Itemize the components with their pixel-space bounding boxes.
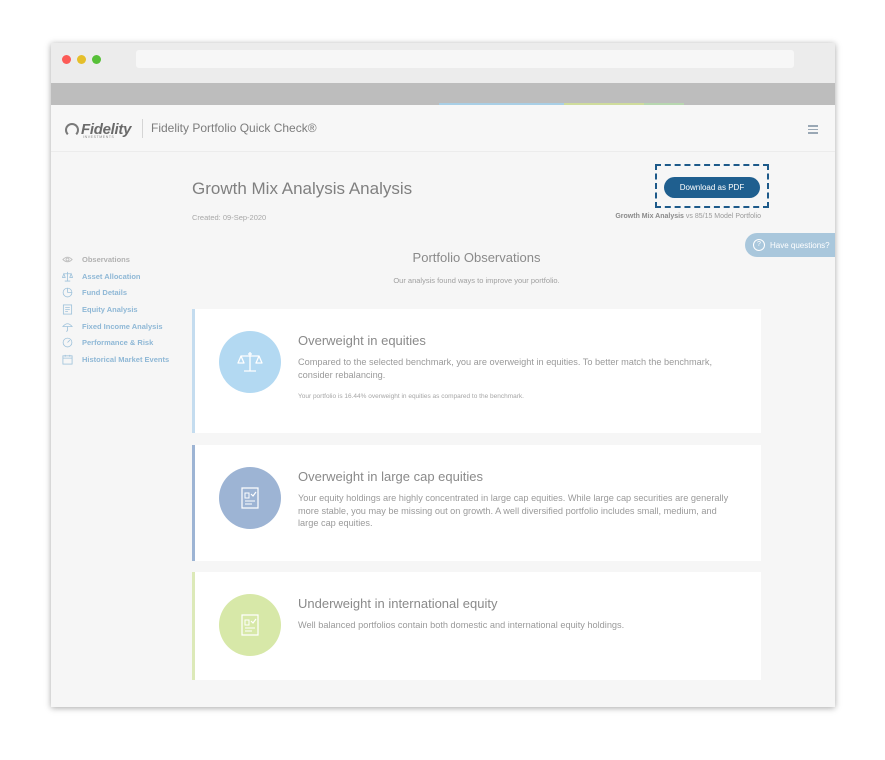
close-window-button[interactable] <box>62 55 71 64</box>
document-check-icon <box>241 614 259 636</box>
fidelity-logo-icon <box>65 122 79 137</box>
logo-subtext: INVESTMENTS <box>83 135 115 139</box>
scale-icon <box>62 271 73 282</box>
sidebar-nav: Observations Asset Allocation Fund Detai… <box>62 251 169 368</box>
section-subtitle: Our analysis found ways to improve your … <box>393 276 560 285</box>
card-title: Overweight in equities <box>298 333 426 348</box>
card-description: Well balanced portfolios contain both do… <box>298 620 625 630</box>
minimize-window-button[interactable] <box>77 55 86 64</box>
sidebar-item-label: Historical Market Events <box>82 354 170 364</box>
sidebar-item-equity-analysis[interactable]: Equity Analysis <box>62 301 169 318</box>
scale-icon <box>237 352 263 372</box>
document-icon <box>62 304 73 315</box>
card-note: Your portfolio is 16.44% overweight in e… <box>298 393 524 400</box>
card-description: Your equity holdings are highly concentr… <box>298 493 729 528</box>
browser-window: Fidelity INVESTMENTS Fidelity Portfolio … <box>51 43 835 707</box>
page-title: Growth Mix Analysis Analysis <box>192 179 413 198</box>
card-title: Underweight in international equity <box>298 596 498 611</box>
benchmark-comparison: Growth Mix Analysis vs 85/15 Model Portf… <box>596 213 761 220</box>
card-icon-circle <box>219 331 281 393</box>
sidebar-item-observations[interactable]: Observations <box>62 251 169 268</box>
app-title: Fidelity Portfolio Quick Check® <box>151 121 317 135</box>
sidebar-item-label: Fixed Income Analysis <box>82 321 163 331</box>
eye-icon <box>62 256 73 263</box>
browser-titlebar <box>51 43 835 83</box>
sidebar-item-asset-allocation[interactable]: Asset Allocation <box>62 268 169 285</box>
observation-card-large-cap: Overweight in large cap equities Your eq… <box>192 445 761 561</box>
maximize-window-button[interactable] <box>92 55 101 64</box>
card-icon-circle <box>219 467 281 529</box>
address-bar[interactable] <box>136 50 794 68</box>
sidebar-item-label: Fund Details <box>82 288 128 298</box>
umbrella-icon <box>62 322 73 332</box>
sidebar-item-performance-risk[interactable]: Performance & Risk <box>62 334 169 351</box>
sidebar-item-label: Observations <box>82 254 130 264</box>
sidebar-item-fund-details[interactable]: Fund Details <box>62 284 169 301</box>
header-divider <box>142 119 143 138</box>
card-icon-circle <box>219 594 281 656</box>
benchmark-portfolio-name: Growth Mix Analysis <box>615 213 684 220</box>
app-header: Fidelity INVESTMENTS Fidelity Portfolio … <box>51 105 835 152</box>
sidebar-item-fixed-income-analysis[interactable]: Fixed Income Analysis <box>62 318 169 335</box>
card-title: Overweight in large cap equities <box>298 469 483 484</box>
document-check-icon <box>241 487 259 509</box>
observation-card-international: Underweight in international equity Well… <box>192 572 761 680</box>
section-title: Portfolio Observations <box>412 250 541 265</box>
download-pdf-button[interactable]: Download as PDF <box>664 177 760 198</box>
sidebar-item-label: Equity Analysis <box>82 304 138 314</box>
benchmark-model-name: vs 85/15 Model Portfolio <box>683 213 761 220</box>
have-questions-label: Have questions? <box>770 240 830 250</box>
fidelity-logo[interactable]: Fidelity INVESTMENTS <box>65 121 131 139</box>
sidebar-item-historical-market-events[interactable]: Historical Market Events <box>62 351 169 368</box>
calendar-icon <box>62 354 73 365</box>
created-date: Created: 09-Sep-2020 <box>192 213 267 222</box>
card-description: Compared to the selected benchmark, you … <box>298 357 713 380</box>
sidebar-item-label: Asset Allocation <box>82 271 141 281</box>
hamburger-menu-icon[interactable] <box>808 125 818 136</box>
pie-chart-icon <box>62 287 73 298</box>
observation-card-equities: Overweight in equities Compared to the s… <box>192 309 761 433</box>
gauge-icon <box>62 337 73 348</box>
sidebar-item-label: Performance & Risk <box>82 338 154 348</box>
loading-band <box>51 83 835 105</box>
